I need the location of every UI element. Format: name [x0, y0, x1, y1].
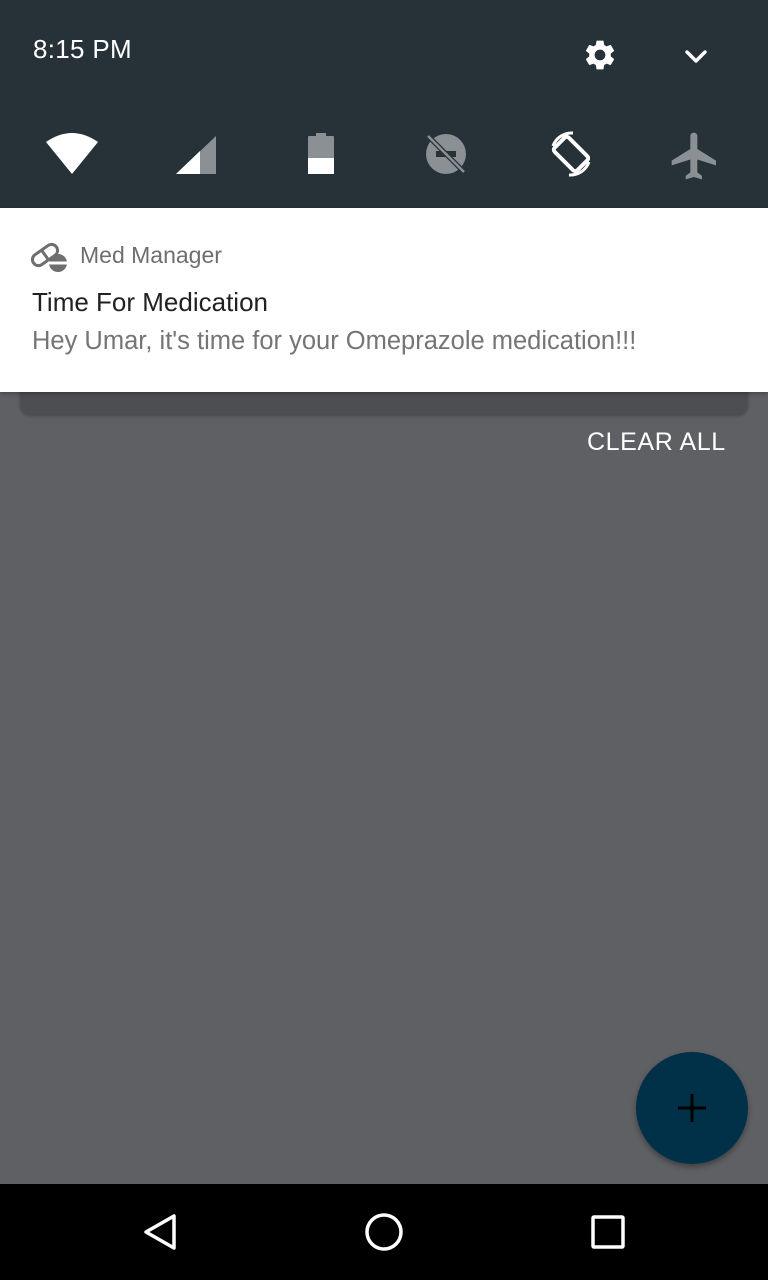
dnd-off-icon[interactable]	[418, 128, 474, 184]
notification-text: Hey Umar, it's time for your Omeprazole …	[32, 327, 637, 355]
pill-icon	[30, 239, 69, 273]
clock: 8:15 PM	[33, 34, 132, 64]
back-icon[interactable]	[138, 1210, 182, 1254]
gear-icon[interactable]	[582, 37, 618, 73]
battery-icon[interactable]	[293, 128, 349, 184]
notification-shade: 8:15 PM Med Manager Time For Medication …	[0, 0, 768, 1280]
rotate-icon[interactable]	[543, 128, 599, 184]
chevron-down-icon[interactable]	[681, 41, 711, 71]
signal-icon[interactable]	[170, 128, 226, 184]
clear-all-button[interactable]: CLEAR ALL	[587, 428, 726, 457]
add-medication-button[interactable]	[636, 1052, 748, 1164]
notification-title: Time For Medication	[32, 287, 268, 317]
recents-icon[interactable]	[586, 1210, 630, 1254]
navigation-bar	[0, 1184, 768, 1280]
airplane-icon[interactable]	[667, 128, 723, 184]
quick-settings-header: 8:15 PM	[0, 0, 768, 208]
home-icon[interactable]	[362, 1210, 406, 1254]
notification-app-name: Med Manager	[80, 242, 222, 268]
plus-icon	[678, 1094, 706, 1122]
wifi-icon[interactable]	[44, 128, 100, 184]
